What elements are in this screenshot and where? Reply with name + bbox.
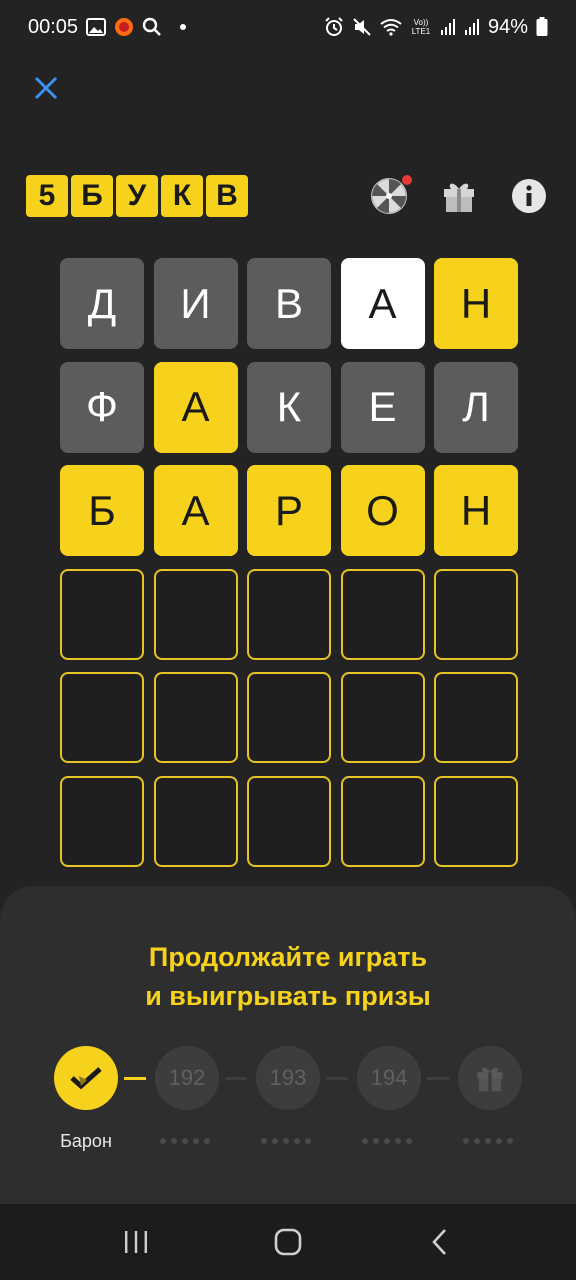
progress-connector — [225, 1077, 247, 1080]
level-dots — [261, 1138, 311, 1144]
empty-cell — [247, 672, 331, 763]
empty-cell — [340, 568, 425, 660]
empty-cell — [153, 672, 238, 763]
status-bar: 00:05 Vo)) LTE1 94% — [0, 0, 576, 54]
level-completed[interactable] — [54, 1046, 118, 1110]
letter-cell: Л — [434, 361, 518, 453]
level-node[interactable]: 193 — [256, 1046, 320, 1110]
letter-cell: А — [153, 465, 238, 556]
letter-cell: О — [340, 465, 425, 556]
logo-letter: У — [116, 175, 158, 217]
header-actions — [368, 175, 550, 217]
empty-cell — [434, 568, 518, 660]
empty-cell — [60, 775, 144, 867]
word-grid: ДИВАНФАКЕЛБАРОН — [60, 258, 518, 867]
home-icon — [274, 1228, 302, 1256]
back-icon — [432, 1229, 446, 1255]
battery-percent: 94% — [487, 15, 528, 38]
alarm-icon — [324, 17, 344, 37]
sheet-title-line2: и выигрывать призы — [145, 981, 431, 1011]
level-node[interactable]: 194 — [357, 1046, 421, 1110]
close-button[interactable] — [28, 70, 64, 106]
letter-cell: И — [153, 258, 238, 349]
letter-cell: А — [340, 258, 425, 349]
progress-sheet — [0, 886, 576, 1204]
letter-cell: В — [247, 258, 331, 349]
status-time: 00:05 — [28, 15, 79, 38]
info-icon — [512, 179, 546, 213]
empty-cell — [340, 775, 425, 867]
letter-cell: Н — [434, 465, 518, 556]
app-notification-icon — [114, 17, 134, 37]
empty-cell — [60, 568, 144, 660]
empty-cell — [434, 672, 518, 763]
progress-connector — [124, 1077, 146, 1080]
app-logo: 5 Б У К В — [26, 175, 248, 217]
empty-cell — [60, 672, 144, 763]
back-button[interactable] — [416, 1218, 464, 1266]
wheel-button[interactable] — [368, 175, 412, 217]
recent-apps-button[interactable] — [112, 1218, 160, 1266]
signal-2-icon — [464, 18, 480, 36]
empty-cell — [247, 775, 331, 867]
letter-cell: Б — [60, 465, 144, 556]
gallery-icon — [86, 18, 107, 36]
logo-letter: К — [161, 175, 203, 217]
progress-connector — [427, 1077, 449, 1080]
letter-cell: А — [153, 361, 238, 453]
logo-letter: Б — [71, 175, 113, 217]
letter-cell: К — [247, 361, 331, 453]
sheet-title-line1: Продолжайте играть — [148, 942, 428, 972]
search-icon — [142, 17, 162, 37]
empty-cell — [153, 775, 238, 867]
level-dots — [362, 1138, 412, 1144]
gift-icon — [477, 1067, 503, 1092]
empty-cell — [340, 672, 425, 763]
logo-letter: В — [206, 175, 248, 217]
signal-icon — [440, 18, 456, 36]
logo-letter: 5 — [26, 175, 68, 217]
checkmark-icon — [70, 1067, 102, 1090]
letter-cell: Е — [340, 361, 425, 453]
system-nav-bar — [0, 1204, 576, 1280]
notification-dot — [402, 175, 412, 185]
mute-icon — [352, 17, 372, 37]
letter-cell: Д — [60, 258, 144, 349]
empty-cell — [434, 775, 518, 867]
more-notifications-icon — [180, 24, 187, 30]
progress-connector — [326, 1077, 348, 1080]
letter-cell: Н — [434, 258, 518, 349]
gift-icon — [444, 183, 474, 212]
close-icon — [34, 76, 58, 100]
sheet-title: Продолжайте играть и выигрывать призы — [0, 938, 576, 1016]
empty-cell — [247, 568, 331, 660]
level-dots — [463, 1138, 513, 1144]
solved-word-label: Барон — [60, 1131, 112, 1151]
battery-icon — [536, 17, 548, 37]
letter-cell: Ф — [60, 361, 144, 453]
level-node[interactable]: 192 — [155, 1046, 219, 1110]
home-button[interactable] — [264, 1218, 312, 1266]
level-progress: 192 193 194 — [54, 1046, 524, 1110]
empty-cell — [153, 568, 238, 660]
reward-node[interactable] — [458, 1046, 522, 1110]
info-button[interactable] — [508, 175, 550, 217]
level-dots — [160, 1138, 210, 1144]
recent-apps-icon — [125, 1231, 147, 1253]
gift-button[interactable] — [438, 175, 480, 217]
wifi-icon — [380, 18, 402, 36]
letter-cell: Р — [247, 465, 331, 556]
volte-indicator: Vo)) LTE1 — [411, 18, 431, 36]
